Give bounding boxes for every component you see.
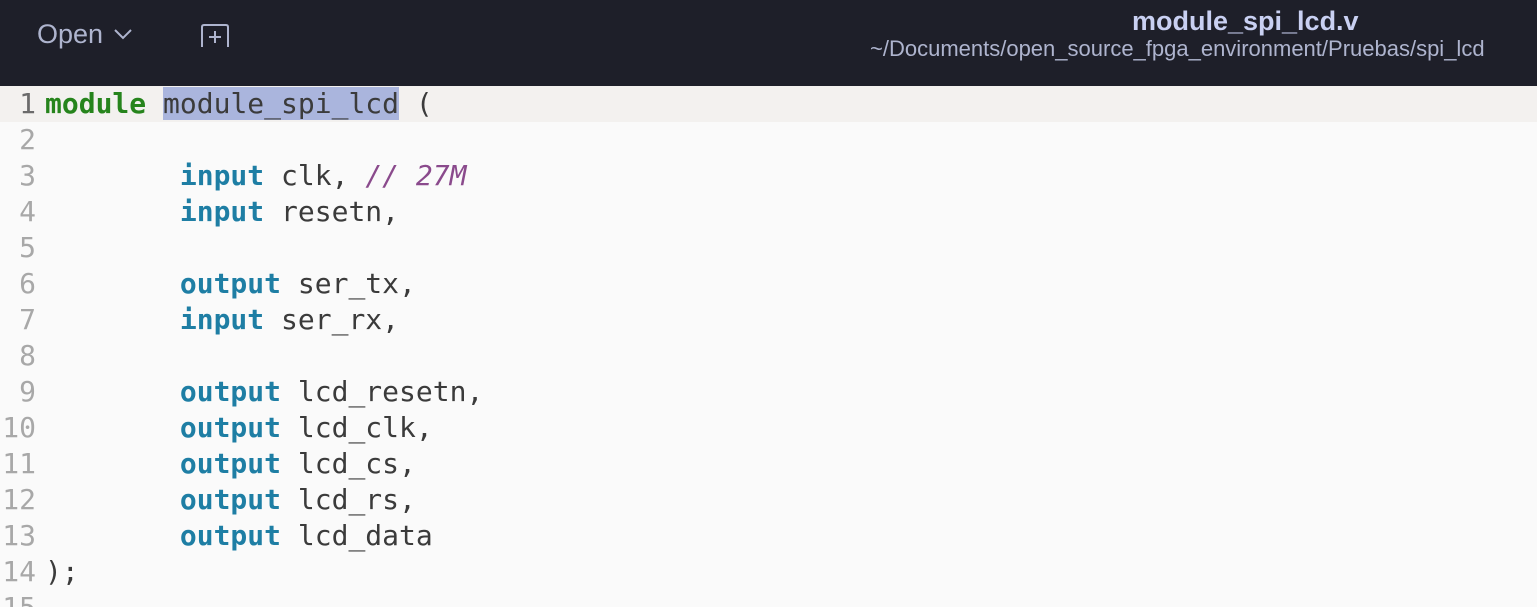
code-text: input resetn, xyxy=(179,195,400,228)
code-line[interactable]: 9 output lcd_resetn, xyxy=(0,374,1537,410)
open-button[interactable]: Open xyxy=(23,14,147,54)
open-label: Open xyxy=(37,18,104,49)
comment-token: // 27M xyxy=(365,159,467,192)
code-text: output lcd_resetn, xyxy=(179,375,484,408)
new-tab-button[interactable] xyxy=(196,22,234,54)
line-number: 3 xyxy=(19,159,36,192)
code-line[interactable]: 3 input clk, // 27M xyxy=(0,158,1537,194)
code-text: ); xyxy=(45,555,79,588)
code-text: output lcd_clk, xyxy=(179,411,433,444)
line-number: 11 xyxy=(2,447,36,480)
keyword-token: input xyxy=(179,159,265,192)
line-number: 9 xyxy=(19,375,36,408)
code-text: module module_spi_lcd ( xyxy=(45,87,433,120)
code-line[interactable]: 12 output lcd_rs, xyxy=(0,482,1537,518)
code-text: output lcd_cs, xyxy=(179,447,416,480)
code-line[interactable]: 10 output lcd_clk, xyxy=(0,410,1537,446)
document-title: module_spi_lcd.v xyxy=(1132,6,1359,36)
line-number: 1 xyxy=(19,87,36,120)
code-text: input ser_rx, xyxy=(179,303,400,336)
code-line[interactable]: 8 xyxy=(0,338,1537,374)
code-text: output ser_tx, xyxy=(179,267,416,300)
line-number: 6 xyxy=(19,267,36,300)
keyword-token: input xyxy=(179,303,265,336)
code-line[interactable]: 6 output ser_tx, xyxy=(0,266,1537,302)
keyword-token: output xyxy=(179,375,282,408)
line-number: 12 xyxy=(2,483,36,516)
code-line[interactable]: 11 output lcd_cs, xyxy=(0,446,1537,482)
code-text: input clk, // 27M xyxy=(179,159,467,192)
chevron-down-icon xyxy=(113,28,133,40)
line-number: 7 xyxy=(19,303,36,336)
keyword-token: module xyxy=(45,87,147,120)
new-tab-icon xyxy=(199,23,231,54)
line-number: 13 xyxy=(2,519,36,552)
keyword-token: output xyxy=(179,447,282,480)
selected-text: module_spi_lcd xyxy=(163,87,400,120)
keyword-token: input xyxy=(179,195,265,228)
code-line[interactable]: 2 xyxy=(0,122,1537,158)
document-path: ~/Documents/open_source_fpga_environment… xyxy=(870,36,1485,61)
code-line[interactable]: 4 input resetn, xyxy=(0,194,1537,230)
line-number: 10 xyxy=(2,411,36,444)
code-line[interactable]: 14); xyxy=(0,554,1537,590)
line-number: 2 xyxy=(19,123,36,156)
code-line[interactable]: 13 output lcd_data xyxy=(0,518,1537,554)
keyword-token: output xyxy=(179,267,282,300)
line-number: 4 xyxy=(19,195,36,228)
line-number: 5 xyxy=(19,231,36,264)
code-text: output lcd_rs, xyxy=(179,483,416,516)
code-line[interactable]: 7 input ser_rx, xyxy=(0,302,1537,338)
code-line[interactable]: 1 module module_spi_lcd ( xyxy=(0,86,1537,122)
keyword-token: output xyxy=(179,483,282,516)
keyword-token: output xyxy=(179,519,282,552)
code-line[interactable]: 15 xyxy=(0,590,1537,607)
header-bar: Open module_spi_lcd.v ~/Documents/open_s… xyxy=(0,0,1537,86)
line-number: 8 xyxy=(19,339,36,372)
line-number: 15 xyxy=(0,590,36,607)
code-line[interactable]: 5 xyxy=(0,230,1537,266)
line-number: 14 xyxy=(2,555,36,588)
code-text: output lcd_data xyxy=(179,519,433,552)
code-editor[interactable]: 1 module module_spi_lcd ( 2 3 input clk, //… xyxy=(0,86,1537,607)
keyword-token: output xyxy=(179,411,282,444)
